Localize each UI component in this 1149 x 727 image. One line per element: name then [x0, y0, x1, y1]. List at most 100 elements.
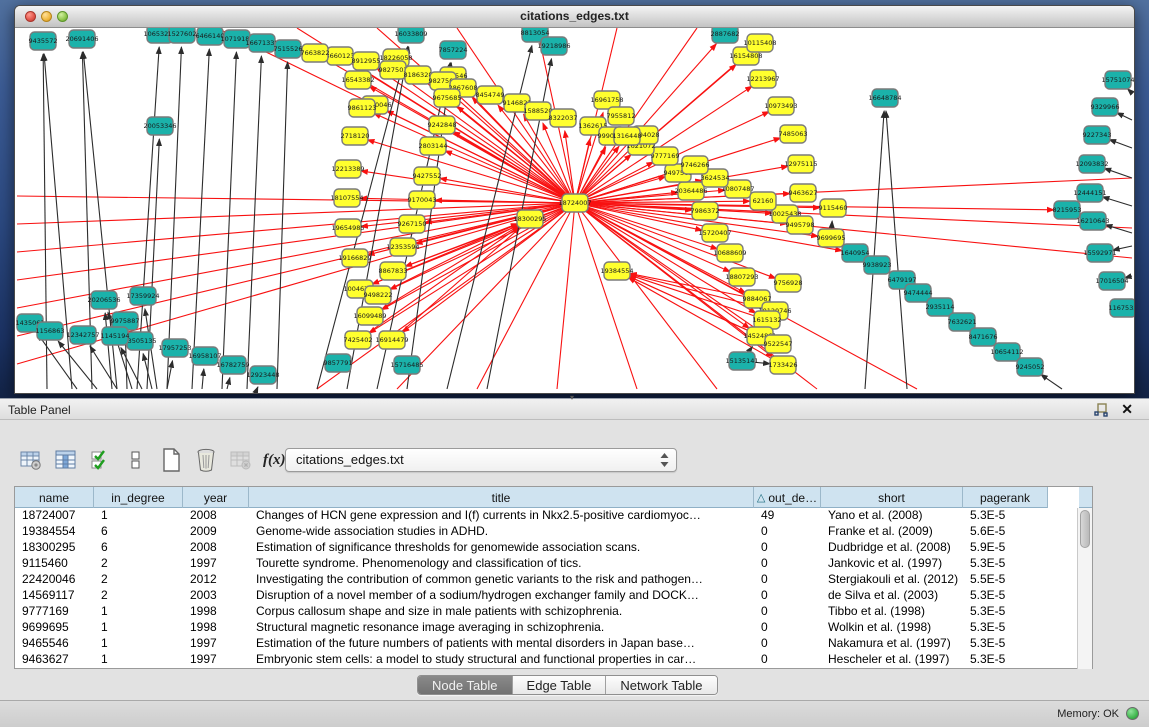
row-height-icon[interactable] [123, 447, 149, 473]
table-row[interactable]: 977716911998Corpus callosum shape and si… [15, 604, 1092, 620]
graph-node[interactable]: 9435572 [29, 32, 58, 50]
graph-node[interactable]: 7425402 [344, 331, 373, 349]
table-vertical-scrollbar[interactable] [1077, 508, 1092, 669]
graph-node[interactable]: 9427552 [413, 167, 442, 185]
graph-node[interactable]: 7515526 [274, 40, 303, 58]
graph-node[interactable]: 9242848 [428, 116, 457, 134]
graph-node[interactable]: 9463627 [789, 184, 818, 202]
graph-node[interactable]: 10973493 [764, 97, 797, 115]
graph-node[interactable]: 19654985 [331, 219, 364, 237]
graph-node[interactable]: 9861123 [348, 99, 377, 117]
network-window-titlebar[interactable]: citations_edges.txt [15, 6, 1134, 28]
graph-node[interactable]: 1733426 [769, 356, 798, 374]
table-row[interactable]: 2242004622012Investigating the contribut… [15, 572, 1092, 588]
graph-node[interactable]: 15751074 [1101, 71, 1134, 89]
graph-node[interactable]: 15135141 [725, 352, 758, 370]
float-panel-icon[interactable] [1093, 402, 1109, 418]
graph-node[interactable]: 12923448 [246, 366, 279, 384]
graph-node[interactable]: 9245052 [1016, 358, 1045, 376]
graph-node[interactable]: 16099489 [353, 307, 386, 325]
table-select-dropdown[interactable]: citations_edges.txt [285, 448, 677, 472]
function-builder-icon[interactable]: f(x) [263, 452, 286, 469]
close-panel-icon[interactable]: ✕ [1121, 401, 1133, 418]
graph-node[interactable]: 18724007 [558, 194, 591, 212]
graph-node[interactable]: 8867833 [379, 262, 408, 280]
graph-node[interactable]: 12975115 [784, 155, 817, 173]
graph-node[interactable]: 12093832 [1075, 155, 1108, 173]
graph-node[interactable]: 16914479 [375, 331, 408, 349]
table-row[interactable]: 1938455462009Genome-wide association stu… [15, 524, 1092, 540]
graph-node[interactable]: 12213967 [746, 70, 779, 88]
table-columns-icon[interactable] [53, 447, 79, 473]
graph-node[interactable]: 1145194 [101, 327, 130, 345]
table-row[interactable]: 1830029562008Estimation of significance … [15, 540, 1092, 556]
graph-node[interactable]: 9756928 [774, 274, 803, 292]
graph-node[interactable]: 9857791 [324, 354, 353, 372]
graph-node[interactable]: 12342757 [66, 326, 99, 344]
graph-node[interactable]: 18807293 [725, 268, 758, 286]
graph-node[interactable]: 17957253 [158, 339, 191, 357]
graph-node[interactable]: 1156863 [36, 322, 65, 340]
network-graph[interactable]: 1872400718300295193845548660123891295518… [15, 28, 1134, 393]
scrollbar-thumb[interactable] [1080, 510, 1090, 548]
graph-node[interactable]: 1167533 [1109, 299, 1134, 317]
graph-node[interactable]: 8471676 [969, 328, 998, 346]
graph-node[interactable]: 16033809 [394, 28, 427, 43]
graph-node[interactable]: 16543382 [341, 71, 374, 89]
graph-node[interactable]: 10115408 [743, 34, 776, 52]
graph-node[interactable]: 10688609 [713, 244, 746, 262]
graph-node[interactable]: 62160 [750, 192, 776, 210]
table-settings-icon[interactable] [18, 447, 44, 473]
column-header-name[interactable]: name [15, 487, 94, 508]
panel-splitter-handle[interactable]: ▾ [566, 395, 578, 401]
graph-node[interactable]: 9699695 [817, 229, 846, 247]
select-rows-icon[interactable] [88, 447, 114, 473]
table-row[interactable]: 911546021997Tourette syndrome. Phenomeno… [15, 556, 1092, 572]
graph-node[interactable]: 12213389 [331, 160, 364, 178]
graph-node[interactable]: 9227343 [1083, 126, 1112, 144]
column-header-title[interactable]: title [249, 487, 754, 508]
graph-node[interactable]: 20053346 [143, 117, 176, 135]
graph-node[interactable]: 7955812 [607, 107, 636, 125]
graph-node[interactable]: 9267150 [398, 215, 427, 233]
network-window[interactable]: citations_edges.txt 18724007 18300295 1938… [14, 5, 1135, 394]
graph-node[interactable]: 7485063 [779, 125, 808, 143]
graph-node[interactable]: 2718120 [341, 127, 370, 145]
graph-node[interactable]: 19166829 [338, 249, 371, 267]
graph-node[interactable]: 9938923 [863, 256, 892, 274]
graph-node[interactable]: 12353594 [386, 238, 419, 256]
column-header-indegree[interactable]: in_degree [94, 487, 183, 508]
graph-node[interactable]: 19384554 [600, 262, 633, 280]
graph-node[interactable]: 16648784 [868, 89, 901, 107]
new-document-icon[interactable] [158, 447, 184, 473]
network-canvas[interactable]: 1872400718300295193845548660123891295518… [15, 28, 1134, 393]
graph-node[interactable]: 7986372 [691, 202, 720, 220]
graph-node[interactable]: 15592971 [1083, 244, 1116, 262]
memory-ok-indicator-icon[interactable] [1126, 707, 1139, 720]
column-header-year[interactable]: year [183, 487, 249, 508]
graph-node[interactable]: 15716485 [390, 356, 423, 374]
graph-node[interactable]: 1316448 [613, 127, 642, 145]
graph-node[interactable]: 8322037 [549, 109, 578, 127]
graph-node[interactable]: 17016504 [1095, 272, 1128, 290]
graph-node[interactable]: 8912955 [352, 52, 381, 70]
graph-node[interactable]: 15720407 [698, 224, 731, 242]
graph-node[interactable]: 20691406 [65, 30, 98, 48]
graph-node[interactable]: 8454749 [476, 86, 505, 104]
tab-network-table[interactable]: Network Table [606, 676, 716, 695]
table-row[interactable]: 1456911722003Disruption of a novel membe… [15, 588, 1092, 604]
graph-node[interactable]: 9495798 [786, 216, 815, 234]
graph-node[interactable]: 18107554 [330, 189, 363, 207]
graph-node[interactable]: 2803144 [419, 137, 448, 155]
graph-node[interactable]: 1527602 [168, 28, 197, 43]
graph-node[interactable]: 7857224 [439, 41, 468, 59]
graph-node[interactable]: 9746266 [681, 156, 710, 174]
graph-node[interactable]: 9498222 [364, 286, 393, 304]
graph-node[interactable]: 16210643 [1076, 212, 1109, 230]
graph-node[interactable]: 19218986 [537, 37, 570, 55]
table-row[interactable]: 969969511998Structural magnetic resonanc… [15, 620, 1092, 636]
graph-node[interactable]: 20206536 [87, 291, 120, 309]
graph-node[interactable]: 9170043 [408, 191, 437, 209]
graph-node[interactable]: 7663822 [301, 44, 330, 62]
graph-node[interactable]: 18300295 [513, 210, 546, 228]
